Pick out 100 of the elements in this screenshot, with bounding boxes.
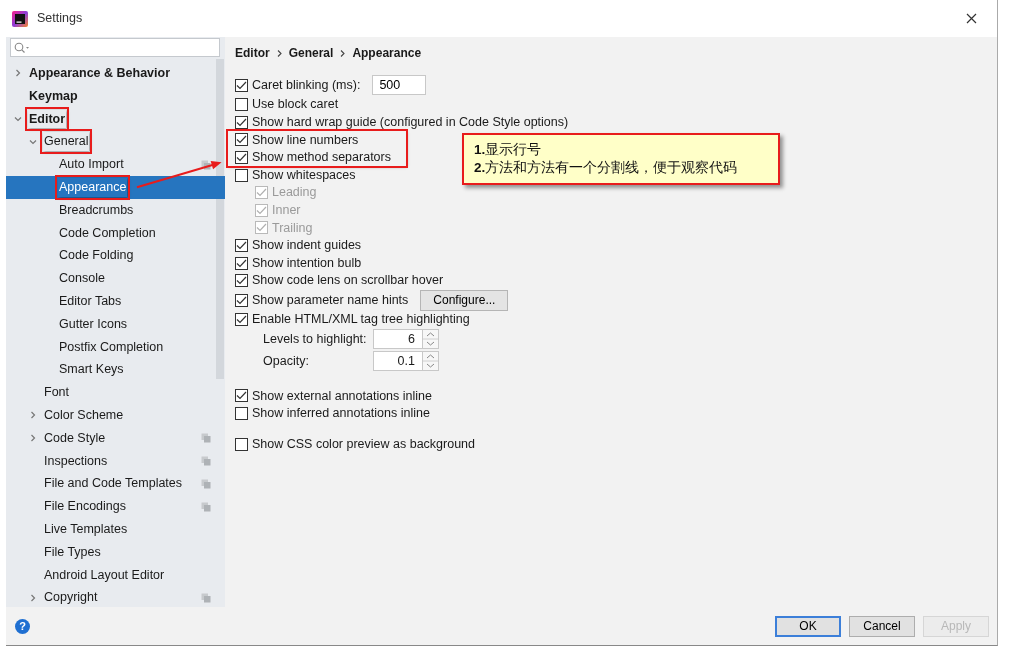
option-label: Inner — [272, 202, 301, 219]
breadcrumb-item[interactable]: General — [288, 44, 334, 62]
tree-item[interactable]: General — [6, 130, 225, 154]
chevron-right-icon[interactable] — [29, 411, 37, 420]
tree-item[interactable]: Code Style — [6, 426, 225, 450]
checkbox[interactable] — [235, 389, 248, 403]
tree-item[interactable]: Copyright — [6, 586, 225, 610]
tree-item[interactable]: File Types — [6, 540, 225, 564]
option-label: Show whitespaces — [252, 166, 356, 184]
checkbox[interactable] — [235, 239, 248, 253]
option-label: Show hard wrap guide (configured in Code Style options) — [252, 114, 569, 131]
tree-label: Code Style — [43, 429, 107, 447]
tree-item[interactable]: Postfix Completion — [6, 335, 225, 359]
option-label: Enable HTML/XML tag tree highlighting — [252, 310, 470, 328]
tree-label: Inspections — [43, 452, 109, 470]
option-label: Show code lens on scrollbar hover — [252, 272, 444, 290]
tree-item[interactable]: File Encodings — [6, 495, 225, 518]
option-label: Show line numbers — [252, 131, 359, 149]
tree-label: Code Completion — [58, 224, 157, 242]
tree-label: Font — [43, 384, 70, 402]
scrollbar-thumb[interactable] — [216, 59, 224, 379]
spinner-label: Levels to highlight: — [263, 330, 368, 348]
tree-item[interactable]: Keymap — [6, 84, 225, 108]
tree-label: Appearance & Behavior — [28, 65, 172, 82]
tree-label: Copyright — [43, 589, 99, 607]
tree-label: Color Scheme — [43, 406, 125, 424]
number-field[interactable]: 0.1 — [373, 351, 423, 372]
option-label: Show external annotations inline — [252, 387, 432, 405]
chevron-down-icon[interactable] — [14, 115, 22, 123]
checkbox[interactable] — [235, 115, 248, 129]
checkbox[interactable] — [235, 98, 248, 112]
search-field[interactable] — [10, 38, 220, 57]
annotation-note: 1.显示行号 2.方法和方法有一个分割线，便于观察代码 — [462, 133, 780, 185]
tree-item[interactable]: Gutter Icons — [6, 312, 225, 336]
help-button[interactable]: ? — [15, 618, 30, 634]
tree-item[interactable]: Breadcrumbs — [6, 198, 225, 222]
checkbox[interactable] — [235, 312, 248, 326]
tree-item[interactable]: File and Code Templates — [6, 472, 225, 496]
dialog-button[interactable]: Cancel — [849, 615, 915, 637]
breadcrumb-item[interactable]: Appearance — [352, 44, 422, 62]
number-field[interactable]: 6 — [373, 329, 423, 350]
tree-item[interactable]: Appearance & Behavior — [6, 62, 225, 85]
dialog-button[interactable]: OK — [775, 615, 841, 637]
chevron-down-icon[interactable] — [29, 137, 37, 146]
checkbox[interactable] — [235, 293, 248, 307]
tree-label: Postfix Completion — [58, 338, 165, 356]
chevron-right-icon[interactable] — [29, 593, 37, 602]
chevron-right-icon[interactable] — [14, 69, 22, 78]
tree-label: Breadcrumbs — [58, 201, 135, 219]
tree-label: Live Templates — [43, 520, 129, 538]
checkbox[interactable] — [235, 437, 248, 451]
checkbox[interactable] — [235, 133, 248, 147]
tree-item[interactable]: Editor — [6, 107, 225, 131]
configure-button[interactable]: Configure... — [420, 289, 509, 311]
tree-label: Gutter Icons — [58, 315, 129, 333]
chevron-right-icon — [340, 49, 346, 57]
option-label: Trailing — [272, 219, 313, 237]
tree-item[interactable]: Code Completion — [6, 221, 225, 245]
tree-label: File Encodings — [43, 498, 127, 516]
tree-label: Appearance — [58, 178, 128, 197]
checkbox[interactable] — [235, 274, 248, 288]
option-label: Show method separators — [252, 149, 391, 167]
breadcrumb-item[interactable]: Editor — [235, 44, 270, 62]
tree-item[interactable]: Editor Tabs — [6, 289, 225, 313]
option-label: Show inferred annotations inline — [252, 405, 430, 423]
checkbox[interactable] — [235, 78, 248, 92]
tree-item[interactable]: Auto Import — [6, 153, 225, 176]
tree-item[interactable]: Appearance — [6, 176, 225, 199]
window-title: Settings — [37, 10, 83, 28]
tree-item[interactable]: Font — [6, 381, 225, 404]
tree-item[interactable]: Code Folding — [6, 244, 225, 268]
tree-item[interactable]: Smart Keys — [6, 358, 225, 382]
tree-label: File Types — [43, 543, 102, 561]
input-field[interactable]: 500 — [372, 75, 427, 95]
checkbox[interactable] — [235, 151, 248, 165]
checkbox[interactable] — [235, 256, 248, 270]
tree-label: Code Folding — [58, 247, 135, 265]
tree-label: Editor — [28, 109, 67, 129]
checkbox[interactable] — [235, 407, 248, 420]
option-label: Use block caret — [252, 96, 339, 114]
close-icon[interactable] — [966, 13, 977, 24]
tree-label: Android Layout Editor — [43, 566, 166, 584]
tree-label: Console — [58, 270, 106, 288]
tree-item[interactable]: Inspections — [6, 449, 225, 473]
option-label: Leading — [272, 184, 317, 202]
tree-label: File and Code Templates — [43, 475, 184, 493]
tree-label: Keymap — [28, 87, 79, 105]
tree-label: Editor Tabs — [58, 293, 123, 310]
tree-item[interactable]: Android Layout Editor — [6, 563, 225, 587]
tree-label: General — [43, 132, 90, 152]
tree-item[interactable]: Live Templates — [6, 517, 225, 541]
spinner-label: Opacity: — [263, 352, 310, 370]
checkbox[interactable] — [235, 168, 248, 182]
chevron-right-icon[interactable] — [29, 434, 37, 443]
option-label: Show CSS color preview as background — [252, 435, 476, 453]
option-label: Show parameter name hints — [252, 291, 409, 309]
tree-item[interactable]: Color Scheme — [6, 403, 225, 427]
app-icon — [12, 10, 28, 27]
tree-label: Smart Keys — [58, 361, 125, 379]
tree-item[interactable]: Console — [6, 267, 225, 290]
